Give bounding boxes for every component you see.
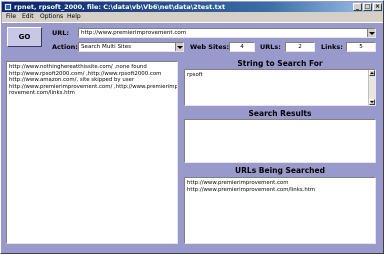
log-line: http://www.premierimprovement.com/ ,http…: [9, 83, 178, 90]
window-title: rpnet, rpsoft_2000, file: C:\data\vb\Vb6…: [14, 3, 226, 11]
app-icon: [4, 3, 12, 11]
links-label: Links:: [321, 43, 343, 51]
scroll-down-icon[interactable]: [369, 99, 375, 105]
web-sites-field[interactable]: 4: [229, 42, 255, 52]
maximize-button[interactable]: □: [363, 3, 372, 11]
urls-searched-heading: URLs Being Searched: [235, 166, 325, 175]
action-select[interactable]: Search Multi Sites: [78, 42, 184, 52]
action-value: Search Multi Sites: [81, 44, 132, 50]
menu-edit[interactable]: Edit: [22, 13, 34, 21]
log-line: http://www.amazon.com/, site skipped by …: [9, 77, 135, 84]
scroll-up-icon[interactable]: [369, 70, 375, 76]
url-input[interactable]: http://www.premierimprovement.com: [78, 28, 376, 38]
go-button[interactable]: GO: [7, 27, 42, 47]
url-label: URL:: [52, 29, 70, 37]
search-string-value: rpsoft: [187, 72, 203, 78]
main-window: rpnet, rpsoft_2000, file: C:\data\vb\Vb6…: [0, 0, 384, 254]
menu-file[interactable]: File: [6, 13, 16, 21]
minimize-button[interactable]: _: [353, 3, 362, 11]
action-label: Action::: [52, 43, 81, 51]
url-value: http://www.premierimprovement.com: [81, 30, 187, 36]
urls-value: 2: [298, 44, 302, 50]
action-dropdown-icon[interactable]: [175, 43, 183, 51]
url-dropdown-icon[interactable]: [367, 29, 375, 37]
menu-help[interactable]: Help: [67, 13, 81, 21]
web-sites-value: 4: [240, 44, 244, 50]
links-value: 5: [359, 44, 363, 50]
log-line: http://www.nothinghereatthissite.com/ ,n…: [9, 64, 147, 70]
links-field[interactable]: 5: [346, 42, 376, 52]
urls-searched-textarea[interactable]: http://www.premierimprovement.com http:/…: [184, 177, 376, 244]
log-line: rovement.com/links.htm: [9, 90, 75, 97]
urls-field[interactable]: 2: [285, 42, 315, 52]
web-sites-label: Web Sites:: [190, 43, 230, 51]
urls-searched-line: http://www.premierimprovement.com: [187, 180, 289, 186]
search-string-textarea[interactable]: rpsoft: [184, 69, 376, 106]
log-textarea[interactable]: http://www.nothinghereatthissite.com/ ,n…: [6, 61, 178, 244]
menu-divider: [2, 22, 383, 23]
search-results-textarea[interactable]: [184, 119, 376, 163]
search-string-scrollbar[interactable]: [368, 70, 375, 105]
search-results-heading: Search Results: [248, 109, 312, 118]
menu-options[interactable]: Options: [40, 13, 63, 21]
menu-bar: File Edit Options Help: [2, 12, 383, 22]
close-button[interactable]: ×: [373, 3, 382, 11]
title-bar[interactable]: rpnet, rpsoft_2000, file: C:\data\vb\Vb6…: [2, 2, 383, 12]
urls-searched-line: http://www.premierimprovement.com/links.…: [187, 186, 316, 193]
search-string-heading: String to Search For: [237, 59, 323, 68]
log-line: http://www.rpsoft2000.com/ ,http://www.r…: [9, 70, 162, 77]
urls-label: URLs:: [260, 43, 281, 51]
